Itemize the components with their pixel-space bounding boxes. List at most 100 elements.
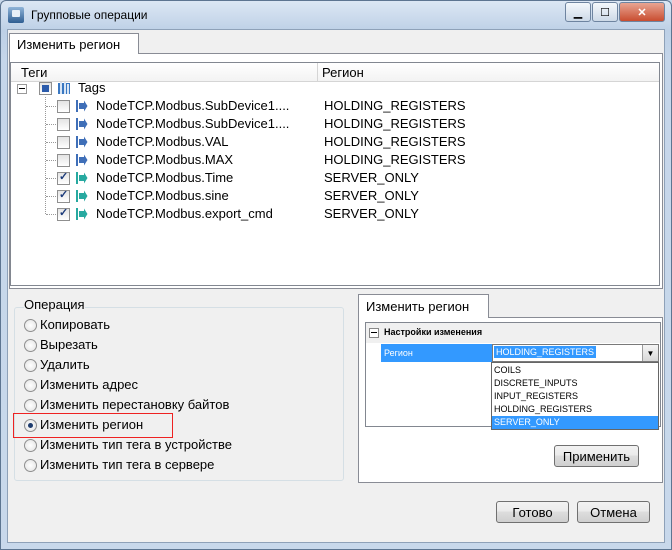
server-tag-icon (74, 171, 88, 185)
tree-row[interactable]: NodeTCP.Modbus.MAX HOLDING_REGISTERS (11, 151, 659, 169)
tree-line (46, 196, 56, 197)
title-bar: Групповые операции ▁ ☐ ✕ (1, 1, 671, 29)
tag-region: HOLDING_REGISTERS (324, 116, 466, 131)
tree-row[interactable]: NodeTCP.Modbus.sine SERVER_ONLY (11, 187, 659, 205)
dropdown-option[interactable]: DISCRETE_INPUTS (492, 377, 658, 390)
tree-row[interactable]: NodeTCP.Modbus.SubDevice1.... HOLDING_REG… (11, 97, 659, 115)
maximize-icon: ☐ (600, 6, 610, 19)
tag-checkbox[interactable] (57, 136, 70, 149)
tree-line (46, 142, 56, 143)
done-button-label: Готово (512, 504, 553, 520)
operation-option[interactable]: Изменить адрес (24, 377, 324, 395)
tag-name: NodeTCP.Modbus.sine (96, 188, 229, 203)
property-category[interactable]: Настройки изменения (366, 323, 660, 343)
operation-option[interactable]: Изменить тип тега в устройстве (24, 437, 324, 455)
dropdown-option[interactable]: COILS (492, 364, 658, 377)
radio-button[interactable] (24, 339, 37, 352)
tree-line (46, 106, 56, 107)
server-tag-icon (74, 207, 88, 221)
tag-checkbox[interactable] (57, 188, 70, 203)
tags-tree[interactable]: Теги Регион Tags NodeTCP.Modbus.SubDevic… (10, 62, 660, 286)
close-icon: ✕ (637, 6, 647, 19)
operation-option[interactable]: Удалить (24, 357, 324, 375)
radio-button[interactable] (24, 319, 37, 332)
tree-line (46, 214, 56, 215)
tag-checkbox[interactable] (57, 100, 70, 113)
operation-label: Изменить тип тега в устройстве (40, 437, 232, 452)
apply-button-label: Применить (562, 448, 631, 464)
category-label: Настройки изменения (384, 327, 483, 337)
root-checkbox[interactable] (39, 82, 52, 95)
tree-root-row[interactable]: Tags (11, 79, 659, 97)
operation-label: Изменить адрес (40, 377, 139, 392)
operation-label: Вырезать (40, 337, 98, 352)
radio-button[interactable] (24, 379, 37, 392)
tag-name: NodeTCP.Modbus.VAL (96, 134, 229, 149)
cancel-button[interactable]: Отмена (577, 501, 650, 523)
radio-button[interactable] (24, 439, 37, 452)
tag-checkbox[interactable] (57, 154, 70, 167)
apply-button[interactable]: Применить (554, 445, 639, 467)
tag-name: NodeTCP.Modbus.SubDevice1.... (96, 116, 290, 131)
region-select[interactable]: HOLDING_REGISTERS ▼ (492, 344, 659, 362)
tag-checkbox[interactable] (57, 170, 70, 185)
collapse-category-icon[interactable] (369, 328, 379, 338)
app-icon (8, 7, 24, 23)
column-header-region[interactable]: Регион (322, 65, 364, 80)
property-name-cell[interactable]: Регион (381, 344, 492, 362)
tag-region: SERVER_ONLY (324, 170, 419, 185)
tag-region: HOLDING_REGISTERS (324, 98, 466, 113)
property-name: Регион (384, 348, 413, 358)
done-button[interactable]: Готово (496, 501, 569, 523)
tag-region: HOLDING_REGISTERS (324, 134, 466, 149)
minimize-icon: ▁ (573, 6, 583, 19)
dropdown-arrow-button[interactable]: ▼ (642, 345, 658, 361)
database-icon (57, 81, 71, 95)
tab-change-region[interactable]: Изменить регион (9, 33, 139, 54)
radio-button[interactable] (24, 459, 37, 472)
dropdown-option-label: SERVER_ONLY (494, 417, 560, 427)
settings-tab-label: Изменить регион (366, 299, 470, 314)
device-tag-icon (74, 153, 88, 167)
operation-option[interactable]: Изменить тип тега в сервере (24, 457, 324, 475)
column-header-tags[interactable]: Теги (21, 65, 47, 80)
collapse-icon[interactable] (17, 84, 27, 94)
region-dropdown-list[interactable]: COILS DISCRETE_INPUTS INPUT_REGISTERS HOLDI… (491, 362, 659, 430)
operation-label: Изменить перестановку байтов (40, 397, 230, 412)
tree-row[interactable]: NodeTCP.Modbus.VAL HOLDING_REGISTERS (11, 133, 659, 151)
close-button[interactable]: ✕ (619, 2, 665, 22)
tag-checkbox[interactable] (57, 118, 70, 131)
chevron-down-icon: ▼ (646, 348, 655, 358)
tree-root-label: Tags (78, 80, 106, 95)
tag-checkbox[interactable] (57, 206, 70, 221)
radio-button[interactable] (24, 399, 37, 412)
tree-line (46, 160, 56, 161)
operation-option[interactable]: Копировать (24, 317, 324, 335)
tag-region: SERVER_ONLY (324, 206, 419, 221)
tab-settings[interactable]: Изменить регион (358, 294, 489, 318)
tree-row[interactable]: NodeTCP.Modbus.SubDevice1.... HOLDING_REG… (11, 115, 659, 133)
dropdown-option[interactable]: HOLDING_REGISTERS (492, 403, 658, 416)
tree-row[interactable]: NodeTCP.Modbus.Time SERVER_ONLY (11, 169, 659, 187)
dropdown-option-label: HOLDING_REGISTERS (494, 404, 593, 414)
operation-label: Удалить (40, 357, 90, 372)
radio-button[interactable] (24, 359, 37, 372)
tree-row[interactable]: NodeTCP.Modbus.export_cmd SERVER_ONLY (11, 205, 659, 223)
tag-name: NodeTCP.Modbus.export_cmd (96, 206, 273, 221)
dropdown-option-label: COILS (494, 365, 522, 375)
maximize-button[interactable]: ☐ (592, 2, 618, 22)
operation-label: Изменить тип тега в сервере (40, 457, 215, 472)
operation-group-title: Операция (24, 297, 85, 312)
minimize-button[interactable]: ▁ (565, 2, 591, 22)
operation-option[interactable]: Вырезать (24, 337, 324, 355)
operation-group: Операция Копировать Вырезать Удалить Измени… (14, 297, 344, 482)
dropdown-option[interactable]: SERVER_ONLY (492, 416, 658, 429)
dropdown-option-label: INPUT_REGISTERS (494, 391, 579, 401)
tag-region: HOLDING_REGISTERS (324, 152, 466, 167)
window-title: Групповые операции (31, 8, 148, 22)
tag-name: NodeTCP.Modbus.SubDevice1.... (96, 98, 290, 113)
dropdown-option[interactable]: INPUT_REGISTERS (492, 390, 658, 403)
tree-line (46, 124, 56, 125)
dropdown-option-label: DISCRETE_INPUTS (494, 378, 578, 388)
region-select-value: HOLDING_REGISTERS (494, 346, 597, 358)
